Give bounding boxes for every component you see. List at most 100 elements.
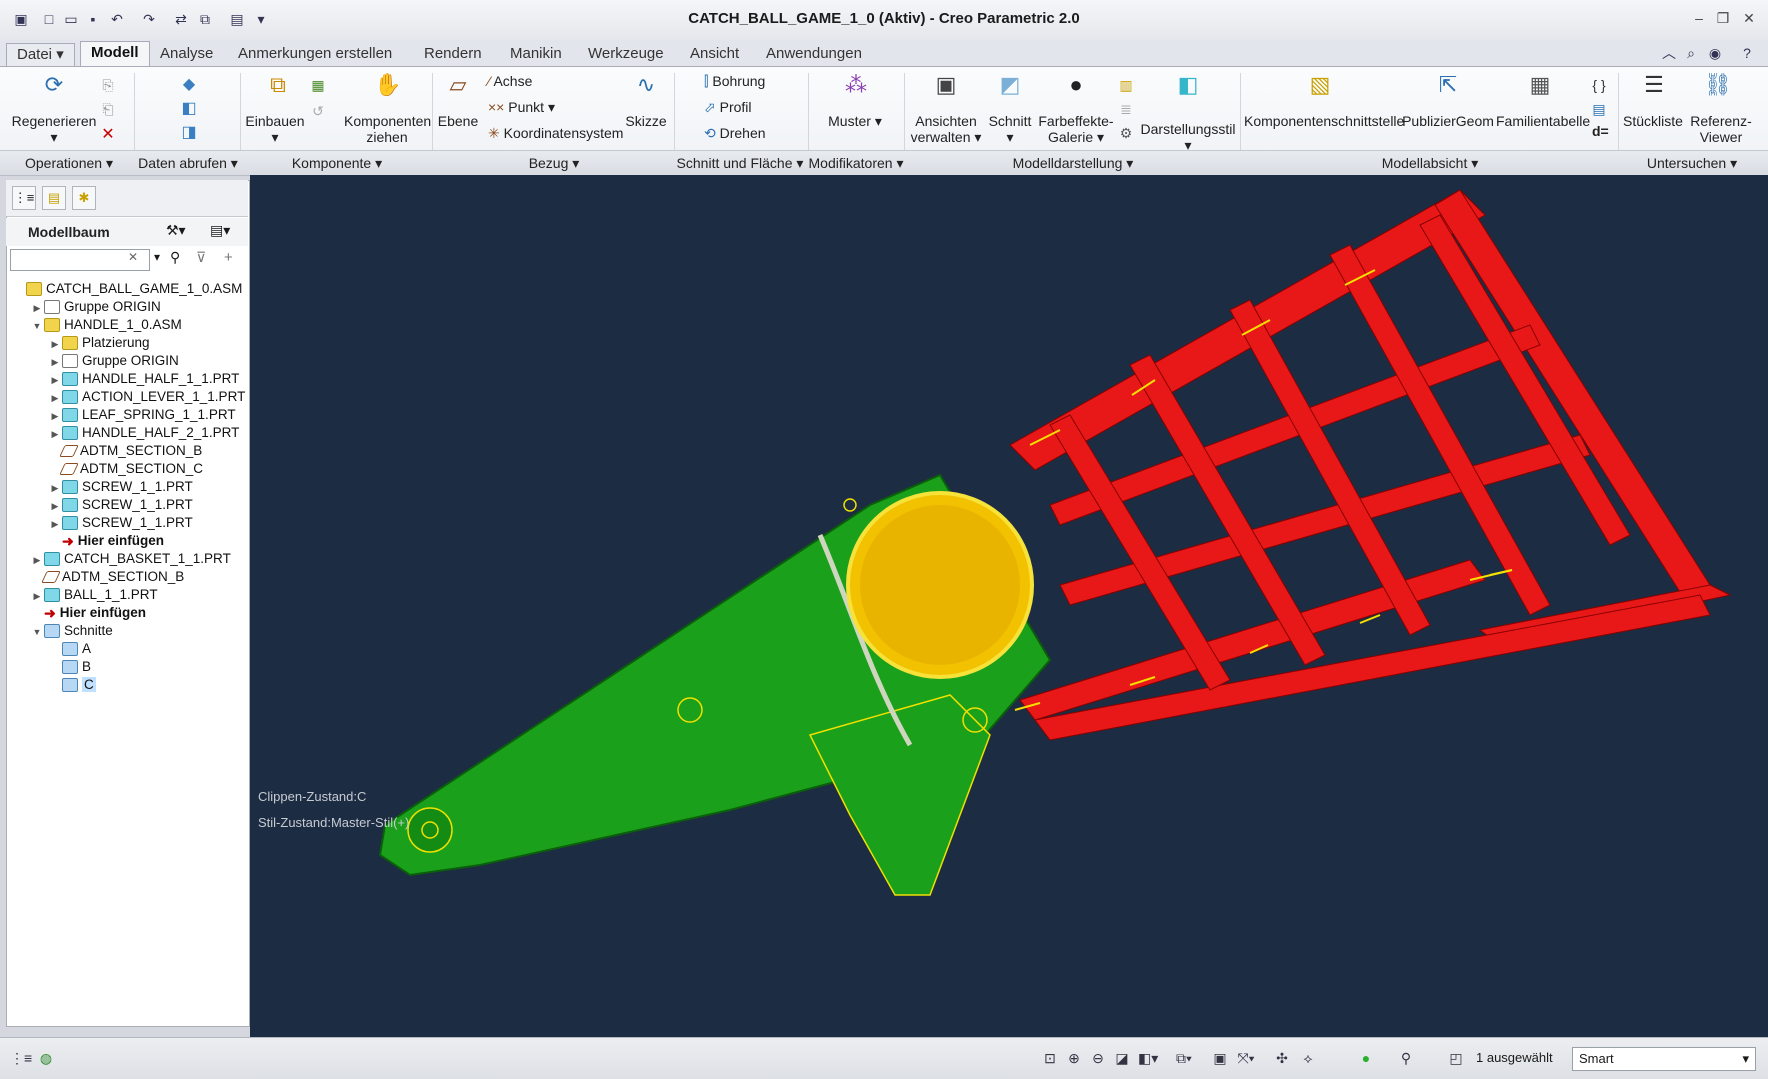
skizze-button[interactable]: Skizze <box>620 113 672 129</box>
ansichten-verwalten-button[interactable]: Ansichten verwalten ▾ <box>906 113 986 145</box>
repeat-icon[interactable]: ↺ <box>308 97 328 125</box>
referenz-viewer-button[interactable]: Referenz- Viewer <box>1688 113 1754 145</box>
tree-item[interactable]: ▶ Platzierung <box>48 334 150 352</box>
expand-icon[interactable]: ▶ <box>48 353 62 371</box>
search-icon[interactable]: ⌕ <box>1682 44 1700 62</box>
community-icon[interactable]: ◉ <box>1706 44 1724 62</box>
tree-settings-icon[interactable]: ⚒▾ <box>166 222 186 239</box>
paste-icon[interactable]: ⎗ <box>98 95 118 123</box>
expand-icon[interactable]: ▶ <box>48 515 62 533</box>
expand-icon[interactable]: ▶ <box>30 299 44 317</box>
profil-button[interactable]: ⬀ Profil <box>704 99 752 116</box>
group-daten-abrufen[interactable]: Daten abrufen ▾ <box>136 155 240 172</box>
group-bezug[interactable]: Bezug ▾ <box>434 155 674 172</box>
regenerieren-button[interactable]: Regenerieren ▾ <box>10 113 98 145</box>
tree-item[interactable]: ▶ HANDLE_HALF_2_1.PRT <box>48 424 239 442</box>
collapse-icon[interactable]: ▼ <box>30 317 44 335</box>
achse-button[interactable]: ⁄ Achse <box>488 73 532 89</box>
search-dropdown-icon[interactable]: ▾ <box>154 250 160 264</box>
tree-item[interactable]: ▶ SCREW_1_1.PRT <box>48 478 193 496</box>
perspective-icon[interactable]: ⚙ <box>1116 119 1136 147</box>
saved-views-icon[interactable]: ⧉▾ <box>1174 1048 1194 1068</box>
ebene-button[interactable]: Ebene <box>434 113 482 129</box>
expand-icon[interactable]: ▶ <box>30 587 44 605</box>
find-status-icon[interactable]: ⚲ <box>1396 1048 1416 1068</box>
tree-item[interactable]: ▶ LEAF_SPRING_1_1.PRT <box>48 406 236 424</box>
menu-datei[interactable]: Datei ▾ <box>6 43 75 67</box>
expand-icon[interactable]: ▶ <box>48 371 62 389</box>
display-style-status-icon[interactable]: ◧▾ <box>1138 1048 1158 1068</box>
tree-item[interactable]: ▶ BALL_1_1.PRT <box>30 586 158 604</box>
tree-item[interactable]: C <box>48 676 96 694</box>
expand-icon[interactable]: ▶ <box>48 425 62 443</box>
selection-icon[interactable]: ◰ <box>1446 1048 1466 1068</box>
publiziergeom-button[interactable]: PublizierGeom <box>1398 113 1498 129</box>
komponenten-ziehen-button[interactable]: Komponenten ziehen <box>344 113 431 145</box>
parameters-icon[interactable]: ▤ <box>1588 95 1610 123</box>
repaint-icon[interactable]: ◪ <box>1112 1048 1132 1068</box>
minimize-icon[interactable]: – <box>1688 8 1710 28</box>
tree-item[interactable]: ▶ SCREW_1_1.PRT <box>48 514 193 532</box>
find-icon[interactable]: ⚲ <box>170 249 180 266</box>
restore-icon[interactable]: ❐ <box>1712 8 1734 28</box>
group-untersuchen[interactable]: Untersuchen ▾ <box>1620 155 1764 172</box>
drehen-button[interactable]: ⟲ Drehen <box>704 125 766 142</box>
tree-item[interactable]: ▶ ACTION_LEVER_1_1.PRT <box>48 388 245 406</box>
collapse-icon[interactable]: ▼ <box>30 623 44 641</box>
expand-icon[interactable]: ▶ <box>48 389 62 407</box>
tree-item[interactable]: ▼ HANDLE_1_0.ASM <box>30 316 182 334</box>
tree-item[interactable]: CATCH_BALL_GAME_1_0.ASM <box>12 280 242 298</box>
create-component-icon[interactable]: ▦ <box>308 71 328 99</box>
tab-rendern[interactable]: Rendern <box>414 43 492 65</box>
expand-icon[interactable]: ▶ <box>48 407 62 425</box>
tab-ansicht[interactable]: Ansicht <box>680 43 749 65</box>
tab-anmerkungen[interactable]: Anmerkungen erstellen <box>228 43 402 65</box>
tab-anwendungen[interactable]: Anwendungen <box>756 43 872 65</box>
tree-item[interactable]: B <box>48 658 91 676</box>
tree-item[interactable]: A <box>48 640 91 658</box>
farbeffekte-galerie-button[interactable]: Farbeffekte- Galerie ▾ <box>1038 113 1114 145</box>
expand-icon[interactable]: ▶ <box>48 479 62 497</box>
folder-browser-tab-icon[interactable]: ▤ <box>42 186 66 210</box>
darstellungsstil-button[interactable]: Darstellungsstil ▾ <box>1140 121 1236 153</box>
tree-item[interactable]: ADTM_SECTION_B <box>48 442 202 460</box>
filter-icon[interactable]: ⊽ <box>196 249 206 266</box>
datum-display-icon[interactable]: ⤧▾ <box>1236 1048 1256 1068</box>
view-manager-icon[interactable]: ▣ <box>1210 1048 1230 1068</box>
expand-icon[interactable]: ▶ <box>48 497 62 515</box>
group-modelldarstellung[interactable]: Modelldarstellung ▾ <box>906 155 1240 172</box>
delete-icon[interactable]: ✕ <box>98 121 118 149</box>
model-tree-tab-icon[interactable]: ⋮≡ <box>12 186 36 210</box>
tree-item[interactable]: ➜ Hier einfügen <box>48 532 164 550</box>
group-schnitt-flaeche[interactable]: Schnitt und Fläche ▾ <box>672 155 808 172</box>
koordinatensystem-button[interactable]: ✳ Koordinatensystem <box>488 125 623 142</box>
zoom-in-icon[interactable]: ⊕ <box>1064 1048 1084 1068</box>
group-modellabsicht[interactable]: Modellabsicht ▾ <box>1242 155 1618 172</box>
schnitt-button[interactable]: Schnitt ▾ <box>984 113 1036 145</box>
close-icon[interactable]: ✕ <box>1738 8 1760 28</box>
punkt-button[interactable]: ×× Punkt ▾ <box>488 99 555 116</box>
group-modifikatoren[interactable]: Modifikatoren ▾ <box>806 155 906 172</box>
group-komponente[interactable]: Komponente ▾ <box>242 155 432 172</box>
tree-item[interactable]: ▶ Gruppe ORIGIN <box>48 352 179 370</box>
muster-button[interactable]: Muster ▾ <box>820 113 890 129</box>
clear-search-icon[interactable]: ✕ <box>128 250 138 264</box>
tab-modell[interactable]: Modell <box>80 41 150 67</box>
help-icon[interactable]: ? <box>1738 44 1756 62</box>
tree-item[interactable]: ADTM_SECTION_B <box>30 568 184 586</box>
favorites-tab-icon[interactable]: ✱ <box>72 186 96 210</box>
tree-show-icon[interactable]: ▤▾ <box>210 222 230 239</box>
tree-item[interactable]: ▶ Gruppe ORIGIN <box>30 298 161 316</box>
zoom-out-icon[interactable]: ⊖ <box>1088 1048 1108 1068</box>
tree-item[interactable]: ▶ SCREW_1_1.PRT <box>48 496 193 514</box>
zoom-fit-icon[interactable]: ⊡ <box>1040 1048 1060 1068</box>
tab-werkzeuge[interactable]: Werkzeuge <box>578 43 674 65</box>
annotation-display-icon[interactable]: ⟡ <box>1298 1048 1318 1068</box>
tree-item[interactable]: ▼ Schnitte <box>30 622 113 640</box>
tab-manikin[interactable]: Manikin <box>500 43 572 65</box>
d-equals-button[interactable]: d= <box>1592 123 1609 139</box>
expand-icon[interactable]: ▶ <box>30 551 44 569</box>
tree-item[interactable]: ADTM_SECTION_C <box>48 460 203 478</box>
show-browser-icon[interactable]: ◍ <box>36 1048 56 1068</box>
selection-filter-select[interactable]: Smart ▾ <box>1572 1047 1756 1071</box>
